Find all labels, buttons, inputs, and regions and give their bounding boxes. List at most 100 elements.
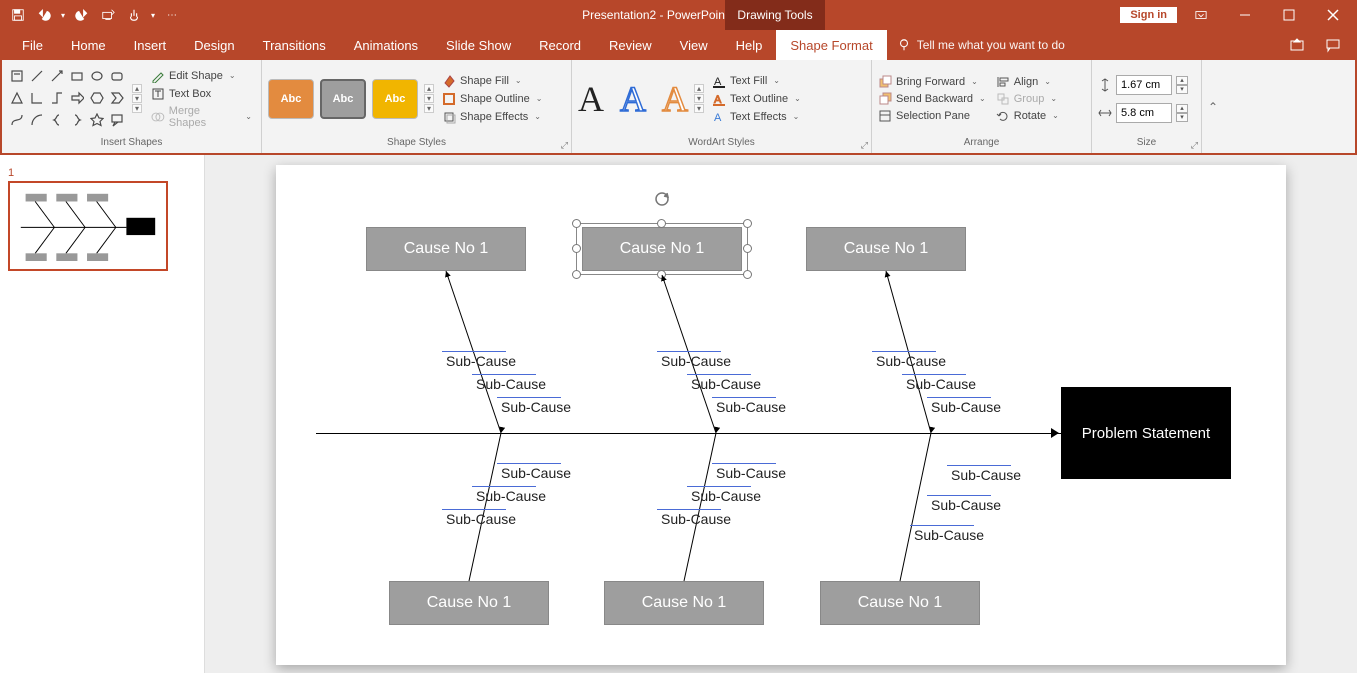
text-fill-button[interactable]: AText Fill⌄ bbox=[710, 74, 803, 88]
shape-callout-icon[interactable] bbox=[108, 111, 126, 129]
subcause[interactable]: Sub-Cause bbox=[501, 465, 571, 481]
align-button[interactable]: Align⌄ bbox=[996, 75, 1059, 89]
redo-icon[interactable] bbox=[70, 3, 94, 27]
height-input[interactable] bbox=[1116, 75, 1172, 95]
shape-textbox-icon[interactable] bbox=[8, 67, 26, 85]
selected-shape[interactable]: Cause No 1 bbox=[576, 223, 748, 275]
ribbon-options-icon[interactable] bbox=[1181, 0, 1221, 30]
slide-canvas-area[interactable]: Problem Statement Cause No 1 Cause No 1 … bbox=[205, 155, 1357, 673]
tab-animations[interactable]: Animations bbox=[340, 30, 432, 60]
subcause[interactable]: Sub-Cause bbox=[914, 527, 984, 543]
shape-roundrect-icon[interactable] bbox=[108, 67, 126, 85]
tab-review[interactable]: Review bbox=[595, 30, 666, 60]
shape-chevron-icon[interactable] bbox=[108, 89, 126, 107]
problem-statement-box[interactable]: Problem Statement bbox=[1061, 387, 1231, 479]
wordart-gallery[interactable]: A A A bbox=[578, 78, 688, 120]
subcause[interactable]: Sub-Cause bbox=[501, 399, 571, 415]
tab-file[interactable]: File bbox=[8, 30, 57, 60]
subcause[interactable]: Sub-Cause bbox=[446, 511, 516, 527]
subcause[interactable]: Sub-Cause bbox=[476, 488, 546, 504]
shape-arc-icon[interactable] bbox=[28, 111, 46, 129]
height-spinner[interactable]: ▴▾ bbox=[1176, 76, 1188, 94]
tab-insert[interactable]: Insert bbox=[120, 30, 181, 60]
shape-styles-launcher-icon[interactable]: ⤢ bbox=[561, 140, 568, 151]
maximize-icon[interactable] bbox=[1269, 0, 1309, 30]
subcause[interactable]: Sub-Cause bbox=[716, 399, 786, 415]
subcause[interactable]: Sub-Cause bbox=[691, 376, 761, 392]
tab-transitions[interactable]: Transitions bbox=[249, 30, 340, 60]
shapes-gallery-more[interactable]: ▴▾▾ bbox=[132, 84, 142, 113]
edit-shape-button[interactable]: Edit Shape⌄ bbox=[148, 68, 255, 84]
cause-box-bottom-1[interactable]: Cause No 1 bbox=[389, 581, 549, 625]
width-input[interactable] bbox=[1116, 103, 1172, 123]
shape-hex-icon[interactable] bbox=[88, 89, 106, 107]
tab-design[interactable]: Design bbox=[180, 30, 248, 60]
style-thumb-2[interactable]: Abc bbox=[320, 79, 366, 119]
tab-view[interactable]: View bbox=[666, 30, 722, 60]
shape-line-arrow-icon[interactable] bbox=[48, 67, 66, 85]
width-spinner[interactable]: ▴▾ bbox=[1176, 104, 1188, 122]
style-thumb-3[interactable]: Abc bbox=[372, 79, 418, 119]
shape-oval-icon[interactable] bbox=[88, 67, 106, 85]
tab-record[interactable]: Record bbox=[525, 30, 595, 60]
wordart-gallery-more[interactable]: ▴▾▾ bbox=[694, 84, 704, 113]
wordart-thumb-3[interactable]: A bbox=[662, 78, 688, 120]
cause-box-top-3[interactable]: Cause No 1 bbox=[806, 227, 966, 271]
style-gallery-more[interactable]: ▴▾▾ bbox=[424, 84, 434, 113]
tell-me-search[interactable]: Tell me what you want to do bbox=[897, 38, 1065, 52]
subcause[interactable]: Sub-Cause bbox=[906, 376, 976, 392]
touch-mode-dropdown-icon[interactable]: ▾ bbox=[148, 3, 158, 27]
subcause[interactable]: Sub-Cause bbox=[661, 511, 731, 527]
tab-help[interactable]: Help bbox=[722, 30, 777, 60]
shape-brace2-icon[interactable] bbox=[68, 111, 86, 129]
subcause[interactable]: Sub-Cause bbox=[931, 497, 1001, 513]
shape-triangle-icon[interactable] bbox=[8, 89, 26, 107]
subcause[interactable]: Sub-Cause bbox=[876, 353, 946, 369]
subcause[interactable]: Sub-Cause bbox=[931, 399, 1001, 415]
subcause[interactable]: Sub-Cause bbox=[661, 353, 731, 369]
minimize-icon[interactable] bbox=[1225, 0, 1265, 30]
shape-star-icon[interactable] bbox=[88, 111, 106, 129]
touch-mode-icon[interactable] bbox=[122, 3, 146, 27]
sign-in-button[interactable]: Sign in bbox=[1120, 7, 1177, 23]
shape-arrow-icon[interactable] bbox=[68, 89, 86, 107]
shape-fill-button[interactable]: Shape Fill⌄ bbox=[440, 74, 544, 88]
cause-box-top-2[interactable]: Cause No 1 bbox=[582, 227, 742, 271]
bring-forward-button[interactable]: Bring Forward⌄ bbox=[878, 75, 986, 89]
text-box-button[interactable]: Text Box bbox=[148, 86, 255, 102]
customize-qat-icon[interactable]: ⋯ bbox=[160, 3, 184, 27]
save-icon[interactable] bbox=[6, 3, 30, 27]
shape-rect-icon[interactable] bbox=[68, 67, 86, 85]
wordart-thumb-1[interactable]: A bbox=[578, 78, 604, 120]
shapes-gallery[interactable] bbox=[8, 67, 126, 131]
slide-thumbnail-1[interactable] bbox=[8, 181, 168, 271]
shape-elbow-icon[interactable] bbox=[48, 89, 66, 107]
subcause[interactable]: Sub-Cause bbox=[951, 467, 1021, 483]
share-icon[interactable] bbox=[1283, 33, 1311, 57]
shape-style-gallery[interactable]: Abc Abc Abc bbox=[268, 79, 418, 119]
shape-effects-button[interactable]: Shape Effects⌄ bbox=[440, 110, 544, 124]
tab-shape-format[interactable]: Shape Format bbox=[776, 30, 886, 60]
wordart-launcher-icon[interactable]: ⤢ bbox=[861, 140, 868, 151]
wordart-thumb-2[interactable]: A bbox=[620, 78, 646, 120]
text-outline-button[interactable]: AText Outline⌄ bbox=[710, 92, 803, 106]
text-effects-button[interactable]: AText Effects⌄ bbox=[710, 110, 803, 124]
subcause[interactable]: Sub-Cause bbox=[716, 465, 786, 481]
start-from-beginning-icon[interactable] bbox=[96, 3, 120, 27]
style-thumb-1[interactable]: Abc bbox=[268, 79, 314, 119]
shape-corner-icon[interactable] bbox=[28, 89, 46, 107]
rotate-button[interactable]: Rotate⌄ bbox=[996, 109, 1059, 123]
tab-home[interactable]: Home bbox=[57, 30, 120, 60]
undo-icon[interactable] bbox=[32, 3, 56, 27]
cause-box-bottom-2[interactable]: Cause No 1 bbox=[604, 581, 764, 625]
size-launcher-icon[interactable]: ⤢ bbox=[1191, 140, 1198, 151]
shape-curve-icon[interactable] bbox=[8, 111, 26, 129]
rotate-handle-icon[interactable] bbox=[653, 190, 671, 208]
undo-dropdown-icon[interactable]: ▾ bbox=[58, 3, 68, 27]
subcause[interactable]: Sub-Cause bbox=[691, 488, 761, 504]
subcause[interactable]: Sub-Cause bbox=[446, 353, 516, 369]
selection-pane-button[interactable]: Selection Pane bbox=[878, 109, 986, 123]
shape-brace-icon[interactable] bbox=[48, 111, 66, 129]
subcause[interactable]: Sub-Cause bbox=[476, 376, 546, 392]
comments-icon[interactable] bbox=[1319, 33, 1347, 57]
